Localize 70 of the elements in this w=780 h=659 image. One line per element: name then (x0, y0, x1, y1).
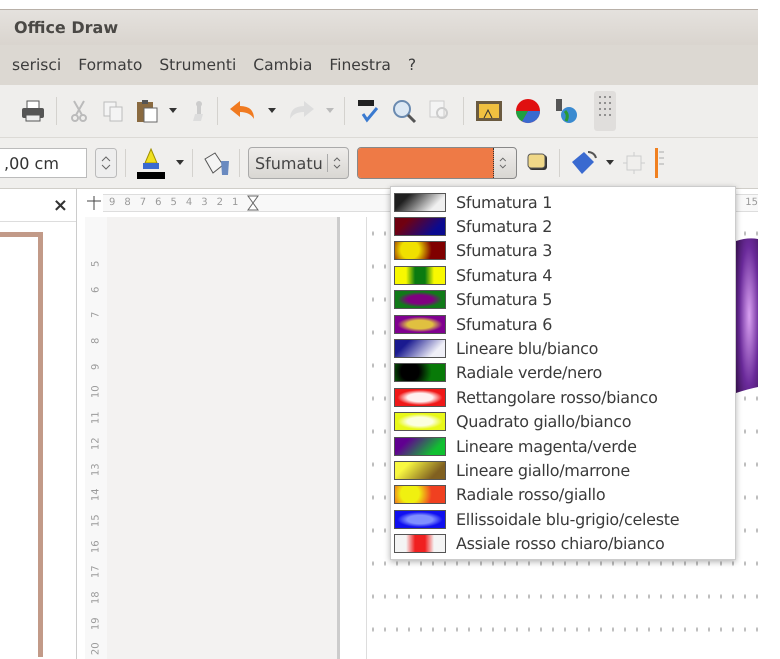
window-title: Office Draw (14, 18, 118, 37)
slide-thumbnail[interactable] (0, 232, 43, 657)
gradient-option[interactable]: Quadrato giallo/bianco (391, 410, 735, 434)
gradient-option[interactable]: Radiale rosso/giallo (391, 482, 735, 508)
menu-item[interactable]: Formato (78, 56, 142, 74)
ruler-number: 18 (89, 591, 102, 604)
dropdown-arrow-icon[interactable] (268, 108, 276, 114)
menu-item[interactable]: ? (408, 56, 416, 74)
ruler-number: 5 (89, 260, 102, 267)
gradient-option[interactable]: Ellissoidale blu-grigio/celeste (391, 507, 735, 532)
ruler-number: 9 (109, 198, 116, 208)
ruler-number: 17 (89, 566, 102, 578)
gradient-option[interactable]: Radiale verde/nero (391, 360, 735, 386)
ruler-number: 13 (89, 462, 102, 476)
ruler-number: 6 (155, 198, 162, 208)
dropdown-arrow-icon[interactable] (176, 160, 184, 166)
dropdown-arrow-icon[interactable] (169, 108, 177, 114)
gradient-option[interactable]: Sfumatura 6 (391, 312, 735, 336)
ruler-number: 1 (232, 198, 238, 208)
gradient-option[interactable]: Sfumatura 1 (391, 190, 735, 214)
ruler-number: 16 (89, 540, 102, 553)
ruler-number: 7 (89, 312, 102, 318)
indent-marker-icon[interactable] (247, 195, 260, 211)
ruler-number: 7 (140, 198, 146, 208)
gradient-option[interactable]: Sfumatura 2 (391, 214, 735, 239)
close-button[interactable]: × (52, 194, 68, 216)
gradient-option[interactable]: Lineare magenta/verde (391, 434, 735, 458)
ruler-number: 9 (89, 363, 102, 370)
ruler-number: 2 (216, 198, 223, 208)
gradient-option[interactable]: Rettangolare rosso/bianco (391, 385, 735, 410)
menu-item[interactable]: Strumenti (159, 56, 236, 74)
spin-arrows-icon (332, 155, 342, 171)
ruler-number: 4 (186, 198, 192, 208)
line-color-icon[interactable] (134, 147, 168, 179)
ruler-number: 15 (89, 514, 102, 527)
gradient-option[interactable]: Sfumatura 3 (391, 238, 735, 264)
image-icon[interactable] (474, 98, 504, 124)
ruler-number: 8 (124, 198, 131, 208)
gradient-option[interactable]: Lineare giallo/marrone (391, 458, 735, 483)
printer-icon[interactable] (20, 99, 46, 123)
gradient-option[interactable]: Sfumatura 5 (391, 288, 735, 312)
menu-item[interactable]: Cambia (253, 56, 312, 74)
ruler-number: 15 (745, 198, 758, 208)
ruler-number: 8 (89, 338, 102, 344)
ruler-number: 11 (89, 412, 102, 424)
area-style-dropdown[interactable]: Sfumatu (248, 147, 349, 179)
dropdown-arrow-icon[interactable] (606, 160, 614, 166)
menu-item[interactable]: Finestra (329, 56, 391, 74)
spellcheck-icon[interactable] (355, 98, 381, 124)
spin-arrows-icon[interactable] (95, 148, 117, 178)
ruler-number: 14 (89, 488, 102, 502)
clipboard-icon[interactable] (135, 98, 159, 124)
menu-item[interactable]: serisci (12, 56, 62, 74)
ruler-number: 6 (89, 286, 102, 293)
ruler-number: 20 (89, 642, 102, 656)
line-width-field[interactable]: ,00 cm (0, 148, 87, 178)
gradient-option[interactable]: Lineare blu/bianco (391, 336, 735, 361)
ruler-number: 3 (201, 198, 208, 208)
ruler-number: 5 (170, 198, 177, 208)
zoom-icon[interactable] (391, 98, 417, 124)
ruler-origin-icon (87, 196, 101, 210)
spin-arrows-icon (498, 155, 508, 171)
ruler-number: 19 (89, 617, 102, 630)
gradient-option[interactable]: Sfumatura 4 (391, 263, 735, 288)
ruler-number: 12 (89, 437, 102, 450)
gradient-dropdown[interactable] (356, 147, 517, 179)
pie-chart-icon[interactable] (514, 97, 542, 125)
grid-handle-icon[interactable] (594, 91, 616, 131)
ruler-number: 10 (89, 386, 102, 399)
gradient-option[interactable]: Assiale rosso chiaro/bianco (391, 531, 735, 556)
